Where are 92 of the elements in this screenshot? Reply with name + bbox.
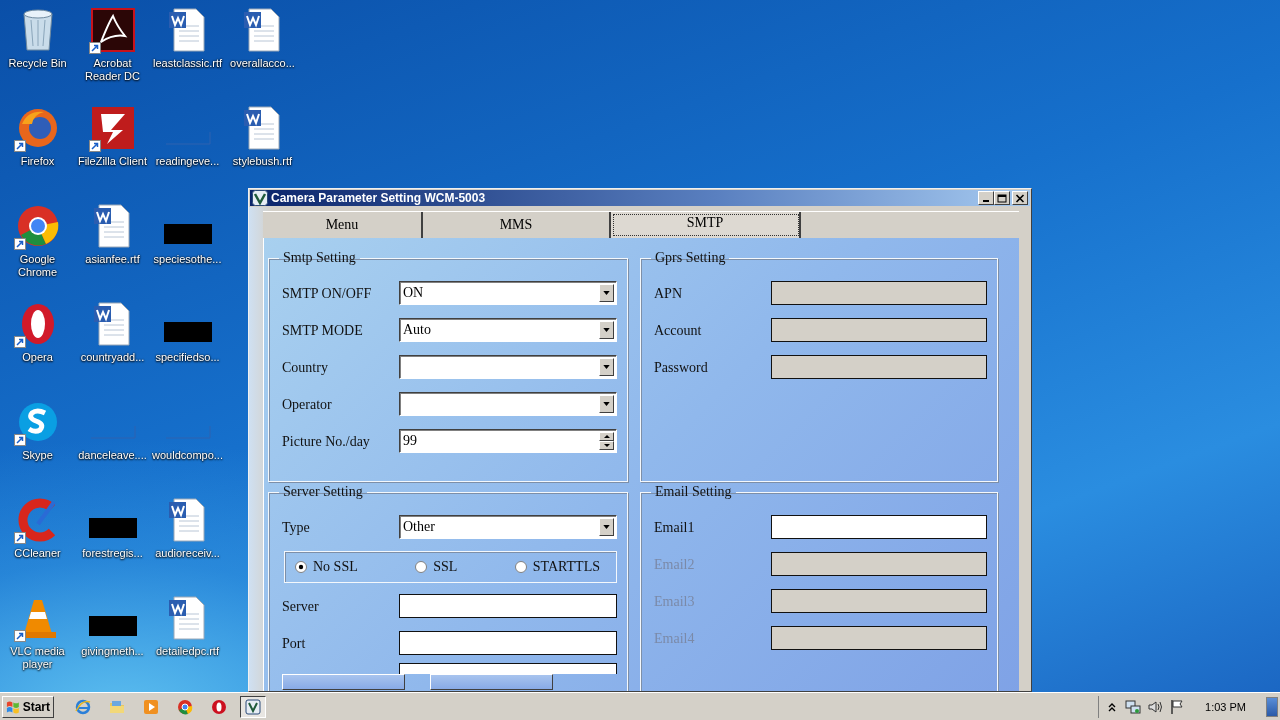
spin-down-button[interactable]	[599, 440, 614, 450]
icon-label[interactable]: Acrobat Reader DC	[75, 57, 150, 83]
speaker-icon[interactable]	[1147, 698, 1164, 715]
dropdown[interactable]	[399, 391, 617, 416]
icon-label[interactable]: Firefox	[20, 155, 55, 168]
swirl-icon[interactable]	[88, 6, 137, 54]
show-desktop-button[interactable]	[1266, 696, 1278, 717]
dropdown[interactable]	[399, 354, 617, 379]
icon-label[interactable]: wouldcompo...	[152, 449, 223, 462]
maximize-icon	[997, 193, 1007, 203]
down-arrow-icon	[603, 443, 610, 447]
icon-label[interactable]: Skype	[22, 449, 53, 462]
minimize-icon	[983, 200, 989, 202]
icon-label[interactable]: countryadd...	[80, 351, 145, 364]
input-field[interactable]	[399, 630, 617, 655]
caret-icon	[603, 401, 610, 406]
icon-label[interactable]: stylebush.rtf	[232, 155, 293, 168]
radio-option[interactable]: No SSL	[295, 559, 358, 575]
input-field[interactable]	[399, 663, 617, 674]
network-icon[interactable]	[1125, 698, 1142, 715]
spin-up-button[interactable]	[599, 431, 614, 441]
field-label: Email2	[654, 556, 695, 572]
chevron-up-icon	[1107, 701, 1118, 712]
caret-icon	[603, 524, 610, 529]
icon-label[interactable]: speciesothe...	[153, 253, 222, 266]
lightning-icon[interactable]	[88, 104, 137, 152]
close-icon	[1015, 193, 1025, 203]
group-title: Email Setting	[654, 484, 733, 500]
field-label: SMTP MODE	[282, 322, 363, 338]
input-field[interactable]	[771, 514, 987, 539]
wheel-icon	[177, 698, 193, 715]
folder-icon	[109, 698, 125, 715]
field-label: Email3	[654, 593, 695, 609]
dropdown-arrow-button[interactable]	[599, 357, 614, 376]
icon-label[interactable]: Opera	[22, 351, 53, 364]
dialog-button[interactable]	[430, 674, 553, 690]
dropdown-arrow-button[interactable]	[599, 394, 614, 413]
icon-label[interactable]: Recycle Bin	[8, 57, 67, 70]
dropdown[interactable]: Auto	[399, 317, 617, 342]
maximize-button[interactable]	[994, 191, 1010, 205]
start-button[interactable]: Start	[2, 695, 54, 718]
icon-label[interactable]: CCleaner	[14, 547, 61, 560]
field-label: APN	[654, 285, 682, 301]
icon-label[interactable]: audioreceiv...	[155, 547, 220, 560]
icon-label[interactable]: Google Chrome	[0, 253, 75, 279]
icon-label[interactable]: specifiedso...	[155, 351, 220, 364]
group-title: Server Setting	[282, 484, 364, 500]
radio-option[interactable]: STARTTLS	[514, 559, 600, 575]
browser-icon	[75, 698, 91, 715]
field-label: Picture No./day	[282, 433, 370, 449]
group-title: Gprs Setting	[654, 250, 727, 266]
caret-icon	[603, 290, 610, 295]
dropdown[interactable]: ON	[399, 280, 617, 305]
window-title: Camera Parameter Setting WCM-5003	[271, 191, 487, 205]
flag-icon[interactable]	[1169, 698, 1186, 715]
field-label: Email4	[654, 630, 695, 646]
icon-label[interactable]: FileZilla Client	[77, 155, 148, 168]
icon-label[interactable]: asianfee.rtf	[85, 253, 140, 266]
radio-option[interactable]: SSL	[415, 559, 458, 575]
field-label: Port	[282, 635, 306, 651]
icon-label[interactable]: leastclassic.rtf	[152, 57, 223, 70]
taskbar-button[interactable]	[240, 695, 266, 718]
close-button[interactable]	[1012, 191, 1028, 205]
field-label: Server	[282, 598, 319, 614]
field-label: Email1	[654, 519, 695, 535]
icon-label[interactable]: danceleave....	[78, 449, 147, 462]
number-spinner[interactable]: 99	[399, 428, 617, 453]
dropdown-arrow-button[interactable]	[599, 517, 614, 536]
field-label: Account	[654, 322, 702, 338]
field-label: Password	[654, 359, 708, 375]
field-label: SMTP ON/OFF	[282, 285, 372, 301]
clock[interactable]: 1:03 PM	[1205, 700, 1246, 713]
field-label: Country	[282, 359, 328, 375]
tab[interactable]: SMTP	[611, 212, 801, 238]
dialog-button[interactable]	[282, 674, 405, 690]
dropdown-arrow-button[interactable]	[599, 320, 614, 339]
input-field[interactable]	[399, 593, 617, 618]
group-title: Smtp Setting	[282, 250, 357, 266]
dropdown-arrow-button[interactable]	[599, 283, 614, 302]
up-arrow-icon	[603, 434, 610, 438]
minimize-button[interactable]	[978, 191, 994, 205]
dropdown[interactable]: Other	[399, 514, 617, 539]
app-logo-icon	[245, 698, 261, 715]
icon-label[interactable]: overallacco...	[230, 57, 295, 70]
caret-icon	[603, 327, 610, 332]
icon-label[interactable]: readingeve...	[155, 155, 220, 168]
icon-label[interactable]: forestregis...	[82, 547, 143, 560]
field-label: Type	[282, 519, 310, 535]
field-label: Operator	[282, 396, 332, 412]
play-icon	[143, 698, 159, 715]
ring-icon	[211, 698, 227, 715]
caret-icon	[603, 364, 610, 369]
